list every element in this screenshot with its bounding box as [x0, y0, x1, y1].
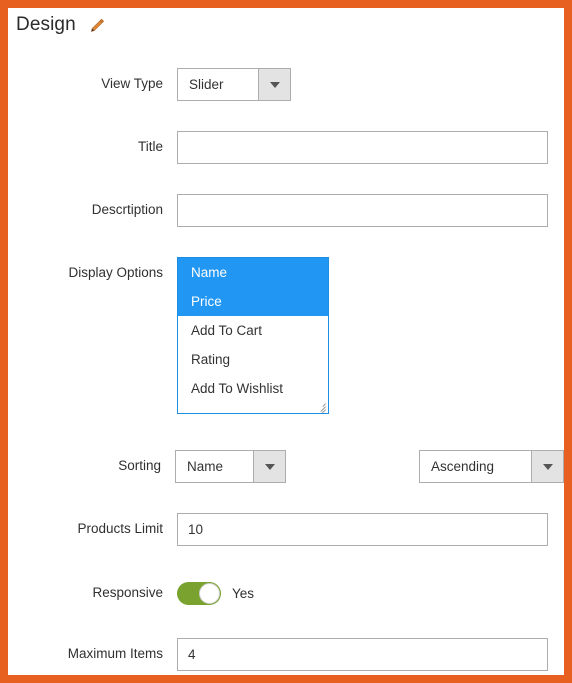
display-options-label: Display Options: [68, 265, 163, 280]
display-options-multiselect[interactable]: Name Price Add To Cart Rating Add To Wishlis…: [177, 257, 329, 414]
responsive-label: Responsive: [92, 585, 163, 600]
responsive-control: Yes: [177, 577, 254, 610]
title-control: [177, 131, 548, 164]
design-settings-panel: Design View Type Slider Title Descrtipti…: [0, 0, 572, 683]
view-type-value: Slider: [178, 69, 258, 100]
section-header: Design: [16, 14, 106, 36]
description-label: Descrtiption: [91, 202, 163, 217]
display-options-control: Name Price Add To Cart Rating Add To Wishlis…: [177, 257, 329, 414]
display-option-item[interactable]: Name: [178, 258, 328, 287]
responsive-toggle[interactable]: [177, 582, 221, 605]
view-type-control: Slider: [177, 68, 291, 101]
sorting-field-value: Name: [176, 451, 253, 482]
pencil-icon[interactable]: [88, 17, 106, 35]
view-type-label: View Type: [101, 76, 163, 91]
row-description: Descrtiption: [8, 194, 564, 228]
description-control: [177, 194, 548, 227]
responsive-toggle-wrap: Yes: [177, 577, 254, 610]
panel-inner: Design View Type Slider Title Descrtipti…: [8, 8, 564, 675]
toggle-knob: [199, 583, 220, 604]
page-title: Design: [16, 14, 76, 35]
maximum-items-label: Maximum Items: [67, 646, 163, 661]
sorting-field-select[interactable]: Name: [175, 450, 286, 483]
chevron-down-icon[interactable]: [253, 451, 285, 482]
maximum-items-control: [177, 638, 548, 671]
chevron-down-icon[interactable]: [531, 451, 563, 482]
view-type-select[interactable]: Slider: [177, 68, 291, 101]
products-limit-label: Products Limit: [77, 521, 163, 536]
display-option-item[interactable]: Add To Wishlist: [178, 374, 328, 403]
display-option-item[interactable]: Price: [178, 287, 328, 316]
sorting-direction-value: Ascending: [420, 451, 531, 482]
description-input[interactable]: [177, 194, 548, 227]
sorting-controls: Name Ascending: [175, 450, 564, 483]
sorting-direction-select[interactable]: Ascending: [419, 450, 564, 483]
title-input[interactable]: [177, 131, 548, 164]
products-limit-control: [177, 513, 548, 546]
row-maximum-items: Maximum Items: [8, 638, 564, 672]
row-products-limit: Products Limit: [8, 513, 564, 547]
row-display-options: Display Options Name Price Add To Cart Rati…: [8, 257, 564, 417]
display-option-item[interactable]: Rating: [178, 345, 328, 374]
display-option-item[interactable]: Add To Cart: [178, 316, 328, 345]
row-title: Title: [8, 131, 564, 165]
sorting-label: Sorting: [118, 458, 161, 473]
row-view-type: View Type Slider: [8, 68, 564, 102]
row-responsive: Responsive Yes: [8, 577, 564, 611]
maximum-items-input[interactable]: [177, 638, 548, 671]
chevron-down-icon[interactable]: [258, 69, 290, 100]
row-sorting: Sorting Name Ascending: [8, 450, 564, 484]
title-label: Title: [137, 139, 163, 154]
products-limit-input[interactable]: [177, 513, 548, 546]
responsive-state-text: Yes: [232, 586, 255, 601]
